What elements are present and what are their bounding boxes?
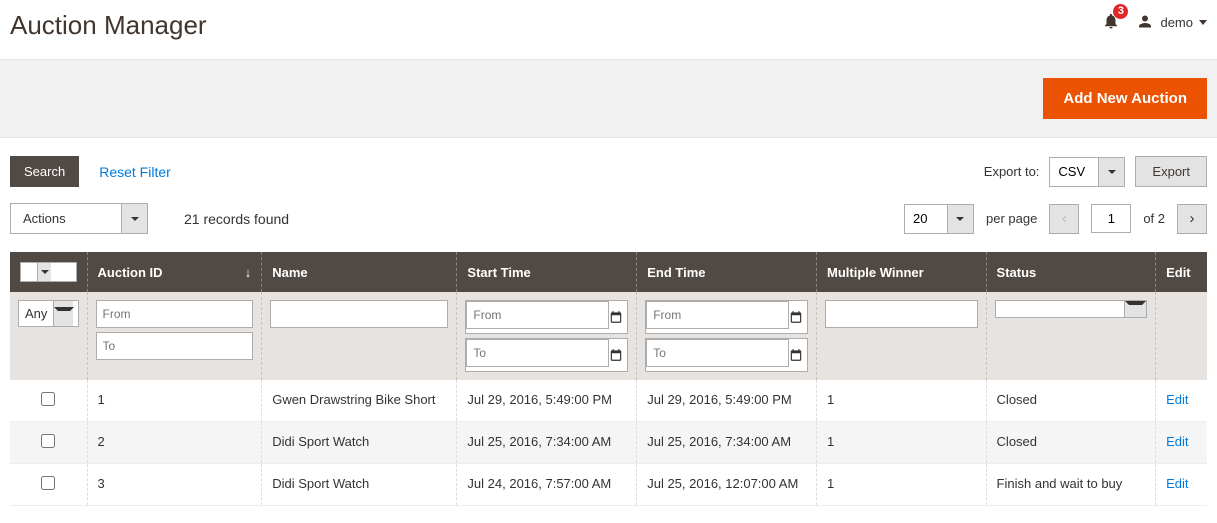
col-multiple-winner[interactable]: Multiple Winner bbox=[817, 252, 987, 292]
chevron-down-icon[interactable] bbox=[947, 205, 973, 233]
col-edit: Edit bbox=[1156, 252, 1207, 292]
cell-id: 2 bbox=[87, 422, 262, 464]
prev-page-button[interactable]: ‹ bbox=[1049, 204, 1079, 234]
col-name[interactable]: Name bbox=[262, 252, 457, 292]
export-to-label: Export to: bbox=[984, 164, 1040, 179]
cell-status: Closed bbox=[986, 380, 1156, 422]
user-menu[interactable]: demo bbox=[1136, 14, 1207, 32]
sort-desc-icon: ↓ bbox=[245, 265, 252, 280]
filter-id-to[interactable] bbox=[96, 332, 254, 360]
add-new-auction-button[interactable]: Add New Auction bbox=[1043, 78, 1207, 119]
cell-name: Didi Sport Watch bbox=[262, 422, 457, 464]
cell-mw: 1 bbox=[817, 422, 987, 464]
reset-filter-link[interactable]: Reset Filter bbox=[99, 164, 171, 180]
username: demo bbox=[1160, 15, 1193, 30]
row-checkbox[interactable] bbox=[41, 476, 55, 490]
filter-status-select[interactable] bbox=[995, 300, 1148, 318]
col-auction-id[interactable]: Auction ID↓ bbox=[87, 252, 262, 292]
filter-end-to[interactable] bbox=[646, 339, 789, 367]
actions-select[interactable]: Actions bbox=[10, 203, 148, 234]
cell-id: 3 bbox=[87, 464, 262, 506]
row-checkbox[interactable] bbox=[41, 434, 55, 448]
col-start-time[interactable]: Start Time bbox=[457, 252, 637, 292]
next-page-button[interactable]: › bbox=[1177, 204, 1207, 234]
filter-multiple-winner[interactable] bbox=[825, 300, 978, 328]
notifications-button[interactable]: 3 bbox=[1102, 12, 1120, 33]
filter-end-from[interactable] bbox=[646, 301, 789, 329]
auction-table: Auction ID↓ Name Start Time End Time Mul… bbox=[10, 252, 1207, 506]
select-all-header[interactable] bbox=[10, 252, 87, 292]
cell-start: Jul 29, 2016, 5:49:00 PM bbox=[457, 380, 637, 422]
calendar-icon[interactable] bbox=[609, 348, 623, 362]
calendar-icon[interactable] bbox=[609, 310, 623, 324]
search-button[interactable]: Search bbox=[10, 156, 79, 187]
chevron-down-icon bbox=[1199, 20, 1207, 25]
export-button[interactable]: Export bbox=[1135, 156, 1207, 187]
col-end-time[interactable]: End Time bbox=[637, 252, 817, 292]
per-page-select[interactable] bbox=[904, 204, 974, 234]
cell-end: Jul 29, 2016, 5:49:00 PM bbox=[637, 380, 817, 422]
user-icon bbox=[1136, 14, 1154, 32]
cell-start: Jul 24, 2016, 7:57:00 AM bbox=[457, 464, 637, 506]
cell-end: Jul 25, 2016, 12:07:00 AM bbox=[637, 464, 817, 506]
cell-status: Finish and wait to buy bbox=[986, 464, 1156, 506]
edit-link[interactable]: Edit bbox=[1166, 476, 1188, 491]
edit-link[interactable]: Edit bbox=[1166, 392, 1188, 407]
cell-start: Jul 25, 2016, 7:34:00 AM bbox=[457, 422, 637, 464]
calendar-icon[interactable] bbox=[789, 310, 803, 324]
cell-id: 1 bbox=[87, 380, 262, 422]
chevron-down-icon[interactable] bbox=[1098, 158, 1124, 186]
cell-end: Jul 25, 2016, 7:34:00 AM bbox=[637, 422, 817, 464]
export-format-select[interactable] bbox=[1049, 157, 1125, 187]
page-title: Auction Manager bbox=[10, 10, 207, 41]
cell-name: Didi Sport Watch bbox=[262, 464, 457, 506]
cell-mw: 1 bbox=[817, 380, 987, 422]
page-total: of 2 bbox=[1143, 211, 1165, 226]
filter-id-from[interactable] bbox=[96, 300, 254, 328]
cell-mw: 1 bbox=[817, 464, 987, 506]
export-format-value[interactable] bbox=[1050, 158, 1098, 185]
calendar-icon[interactable] bbox=[789, 348, 803, 362]
per-page-value[interactable] bbox=[905, 205, 947, 232]
page-input[interactable] bbox=[1091, 204, 1131, 233]
col-status[interactable]: Status bbox=[986, 252, 1156, 292]
row-checkbox[interactable] bbox=[41, 392, 55, 406]
chevron-down-icon[interactable] bbox=[121, 204, 147, 233]
filter-name[interactable] bbox=[270, 300, 448, 328]
filter-start-from[interactable] bbox=[466, 301, 609, 329]
edit-link[interactable]: Edit bbox=[1166, 434, 1188, 449]
per-page-label: per page bbox=[986, 211, 1037, 226]
filter-any-select[interactable]: Any bbox=[18, 300, 79, 327]
records-found: 21 records found bbox=[184, 211, 289, 227]
notification-badge: 3 bbox=[1113, 4, 1128, 19]
actions-label: Actions bbox=[11, 204, 121, 233]
cell-status: Closed bbox=[986, 422, 1156, 464]
cell-name: Gwen Drawstring Bike Short bbox=[262, 380, 457, 422]
filter-start-to[interactable] bbox=[466, 339, 609, 367]
